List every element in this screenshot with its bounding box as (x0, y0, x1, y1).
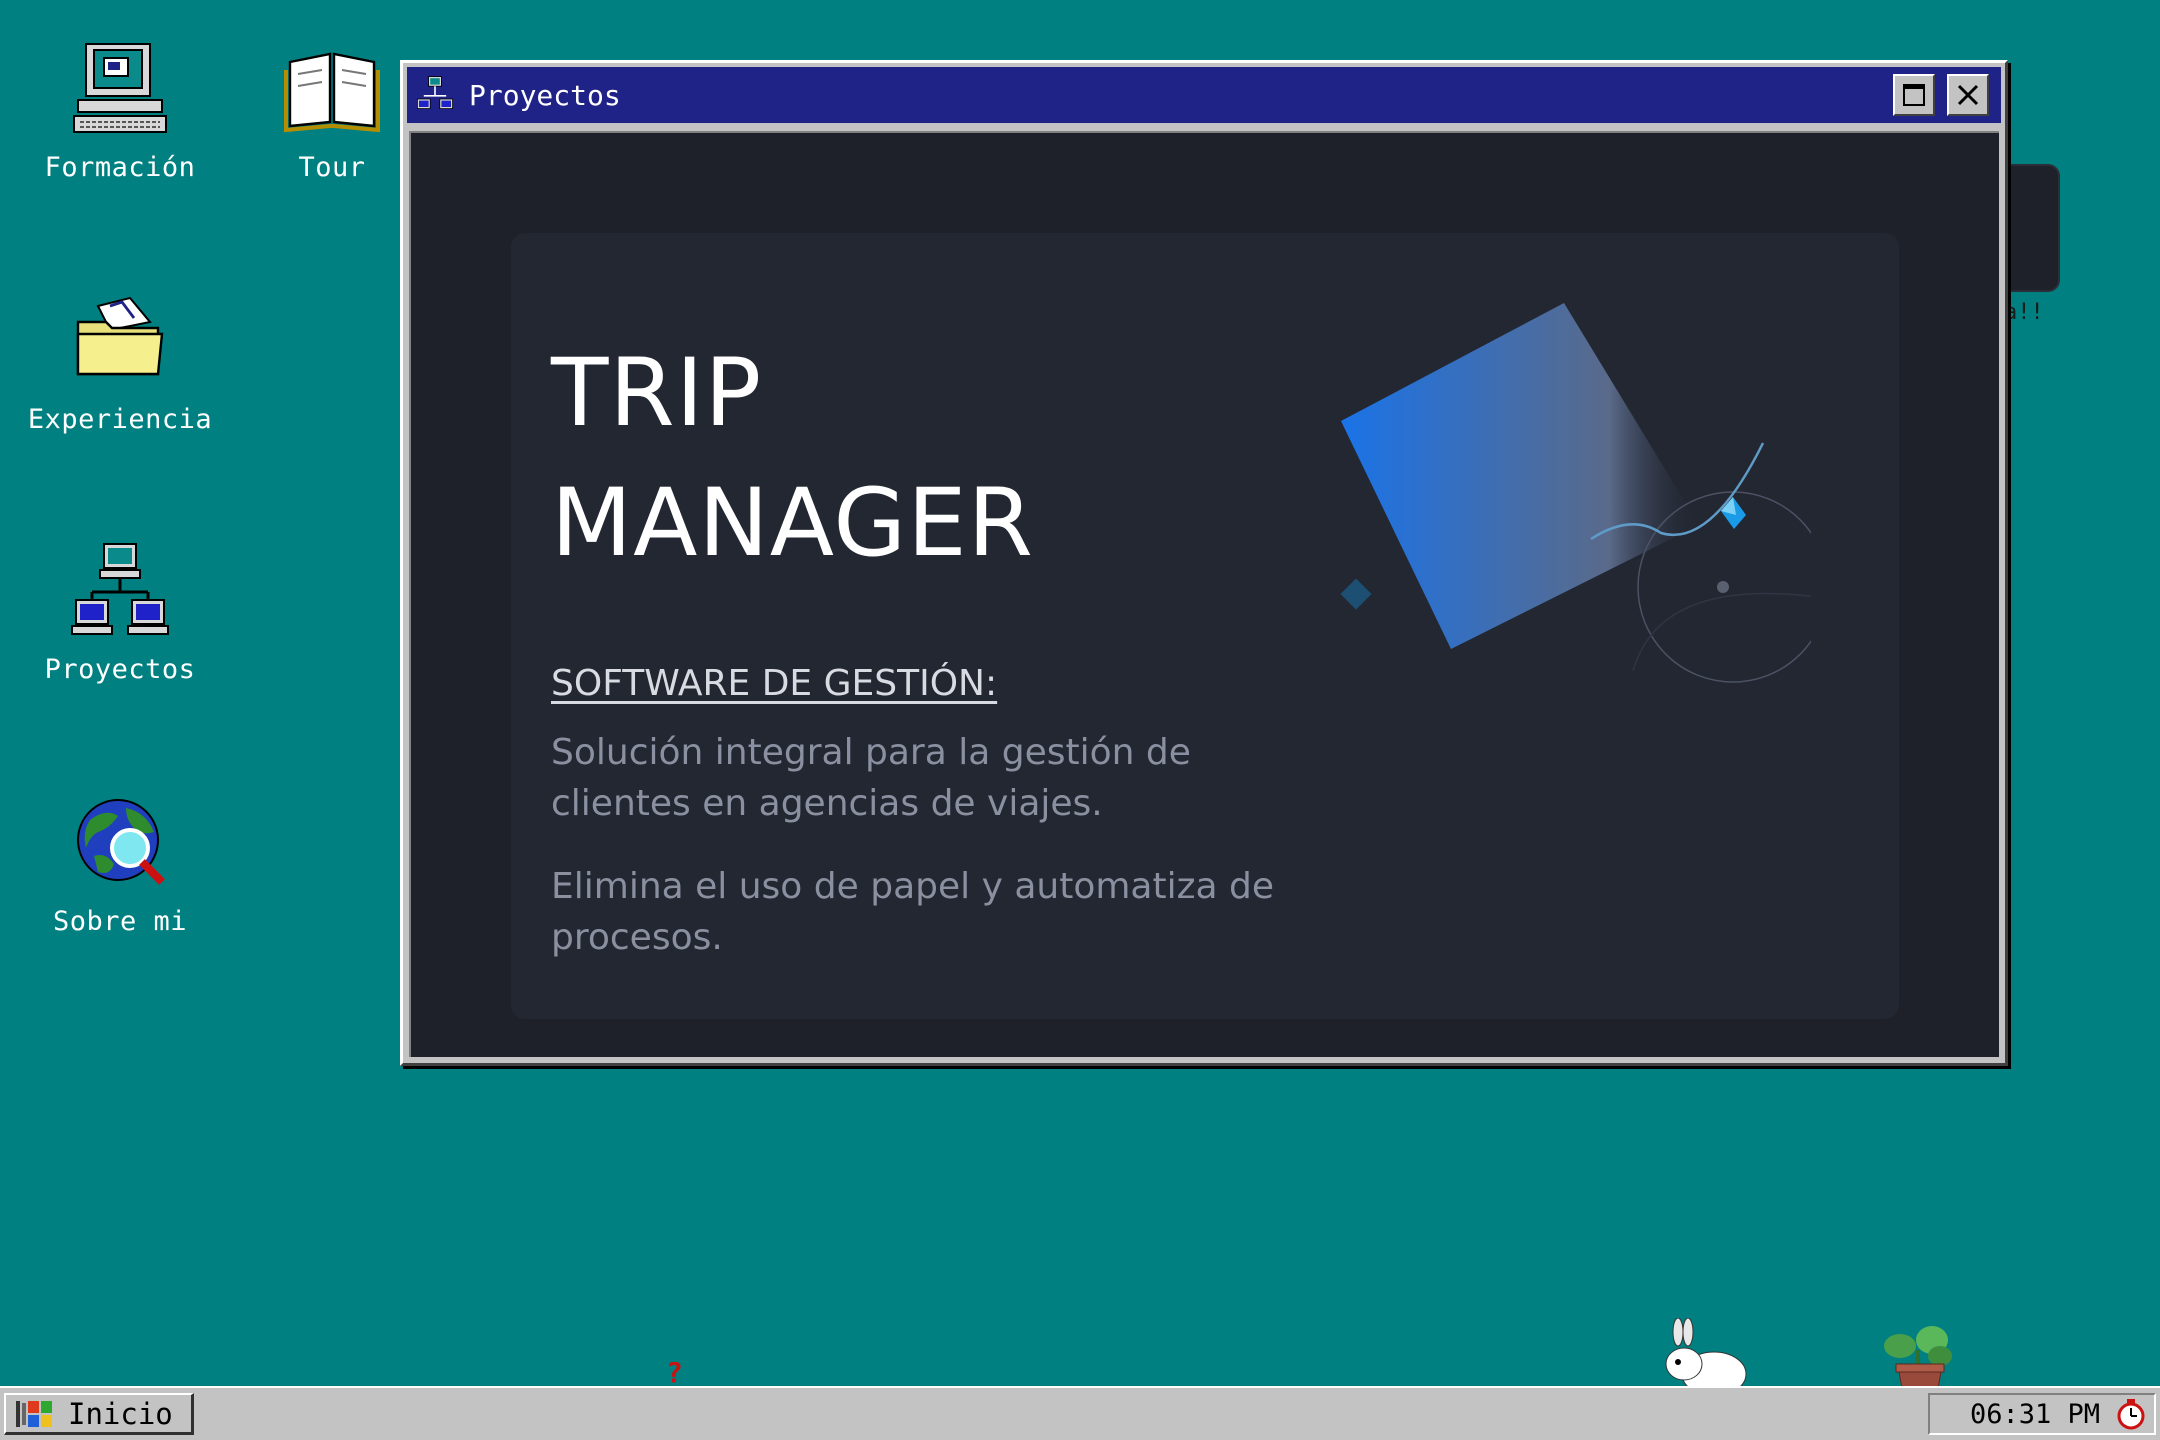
desktop-icon-label: Sobre mi (52, 906, 188, 937)
window-titlebar[interactable]: Proyectos (407, 67, 2001, 123)
project-description-1: Solución integral para la gestión de cli… (551, 732, 1191, 824)
desktop-icon-label: Formación (44, 152, 196, 183)
start-label: Inicio (68, 1396, 173, 1431)
network-icon (71, 543, 169, 635)
network-icon (417, 76, 453, 109)
maximize-icon (1903, 84, 1925, 106)
project-description-2: Elimina el uso de papel y automatiza de … (551, 866, 1274, 958)
background-window-label: a!! (2004, 300, 2044, 325)
start-button[interactable]: Inicio (4, 1393, 194, 1435)
desktop-icon-label: Proyectos (44, 654, 196, 685)
desktop-icon-formacion[interactable]: Formación (20, 38, 220, 183)
desktop-icon-sobre-mi[interactable]: Sobre mi (20, 792, 220, 937)
book-icon (284, 52, 380, 133)
computer-icon (73, 43, 167, 133)
desktop-icon-proyectos[interactable]: Proyectos (20, 540, 220, 685)
proyectos-window: Proyectos TRIP MANAGER SOFTWARE DE GESTI… (400, 60, 2008, 1066)
desktop-icon-label: Experiencia (27, 404, 213, 435)
windows-logo-icon (16, 1400, 52, 1427)
project-illustration (1340, 303, 1811, 683)
taskbar: Inicio 06:31 PM (0, 1386, 2160, 1440)
window-title: Proyectos (469, 78, 621, 112)
svg-text:?: ? (666, 1362, 683, 1389)
folder-icon (76, 296, 164, 376)
project-card: TRIP MANAGER SOFTWARE DE GESTIÓN: Soluci… (511, 233, 1899, 1019)
desktop-icon-experiencia[interactable]: Experiencia (20, 290, 220, 435)
close-button[interactable] (1947, 74, 1989, 116)
globe-search-icon (77, 799, 165, 885)
project-subtitle-link[interactable]: SOFTWARE DE GESTIÓN: (551, 663, 997, 704)
project-title: TRIP MANAGER (551, 329, 1034, 589)
system-tray: 06:31 PM (1928, 1393, 2156, 1435)
project-title-line1: TRIP (551, 339, 763, 448)
timer-icon[interactable] (2114, 1397, 2148, 1431)
maximize-button[interactable] (1893, 74, 1935, 116)
close-icon (1957, 84, 1979, 106)
project-title-line2: MANAGER (551, 469, 1034, 578)
clock[interactable]: 06:31 PM (1970, 1399, 2100, 1430)
window-content: TRIP MANAGER SOFTWARE DE GESTIÓN: Soluci… (409, 131, 1999, 1057)
